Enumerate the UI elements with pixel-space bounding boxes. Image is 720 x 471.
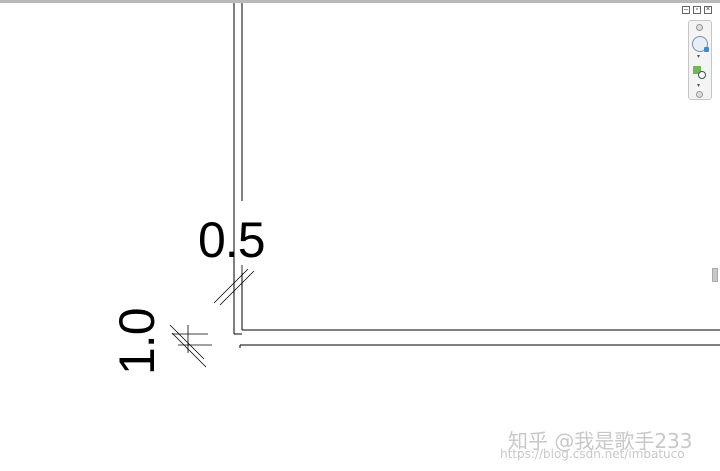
steering-wheel-icon[interactable] [692, 36, 709, 52]
wheel-indicator-icon [704, 47, 709, 52]
magnifier-icon [698, 71, 706, 79]
dim-h-tick-2 [219, 270, 255, 306]
navigation-bar: ▾ ▾ [688, 20, 712, 100]
dim-h-tick-1 [213, 268, 249, 304]
watermark-url: https://blog.csdn.net/imbatuco [500, 447, 685, 461]
dim-v-tick-2 [171, 332, 207, 368]
chevron-down-icon-2[interactable]: ▾ [697, 82, 700, 89]
drawing-canvas[interactable]: 0.5 1.0 [0, 3, 720, 471]
dim-v-tick-1 [169, 324, 205, 360]
dimension-label-vertical: 1.0 [109, 308, 165, 375]
zoom-region-icon[interactable] [692, 65, 706, 79]
vertical-scrollbar-thumb[interactable] [712, 268, 718, 282]
drawing-lines [169, 3, 720, 368]
chevron-down-icon[interactable]: ▾ [697, 53, 700, 60]
dimension-label-horizontal: 0.5 [198, 212, 266, 268]
navbar-top-grip-icon[interactable] [696, 24, 703, 31]
navbar-bottom-grip-icon[interactable] [696, 91, 703, 98]
